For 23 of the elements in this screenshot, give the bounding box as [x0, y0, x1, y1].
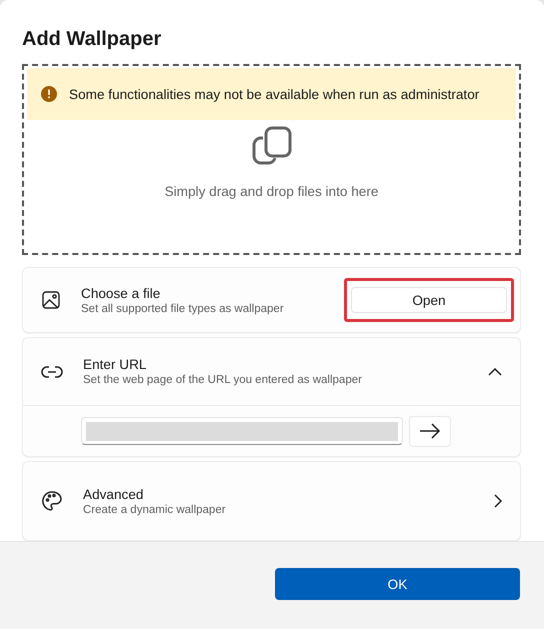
warning-text: Some functionalities may not be available when run as administrator: [69, 86, 480, 102]
open-button[interactable]: Open: [351, 287, 507, 313]
setting-title: Choose a file: [81, 286, 160, 300]
setting-card[interactable]: Advanced Create a dynamic wallpaper: [22, 461, 521, 541]
drop-zone[interactable]: Some functionalities may not be available when run as administrator Simply drag and drop files into here: [22, 64, 521, 255]
setting-title: Enter URL: [83, 357, 146, 372]
drop-hint: Simply drag and drop files into here: [164, 184, 378, 199]
arrow-right-icon: [419, 423, 441, 439]
warning-icon: [41, 86, 57, 102]
url-field[interactable]: [81, 417, 403, 445]
dialog-title: Add Wallpaper: [22, 27, 162, 52]
setting-title: Advanced: [83, 486, 144, 502]
palette-icon: [41, 490, 63, 512]
chevron-right-icon: [494, 494, 502, 508]
setting-description: Set the web page of the URL you entered as wallpaper: [83, 374, 362, 386]
copy-icon: [250, 126, 292, 166]
image-icon: [41, 290, 61, 310]
chevron-up-icon[interactable]: [488, 368, 502, 376]
link-icon: [41, 364, 63, 378]
setting-description: Set all supported file types as wallpaper: [81, 302, 284, 314]
go-button[interactable]: [409, 416, 451, 446]
setting-description: Create a dynamic wallpaper: [83, 504, 226, 516]
ok-button[interactable]: OK: [275, 568, 520, 600]
